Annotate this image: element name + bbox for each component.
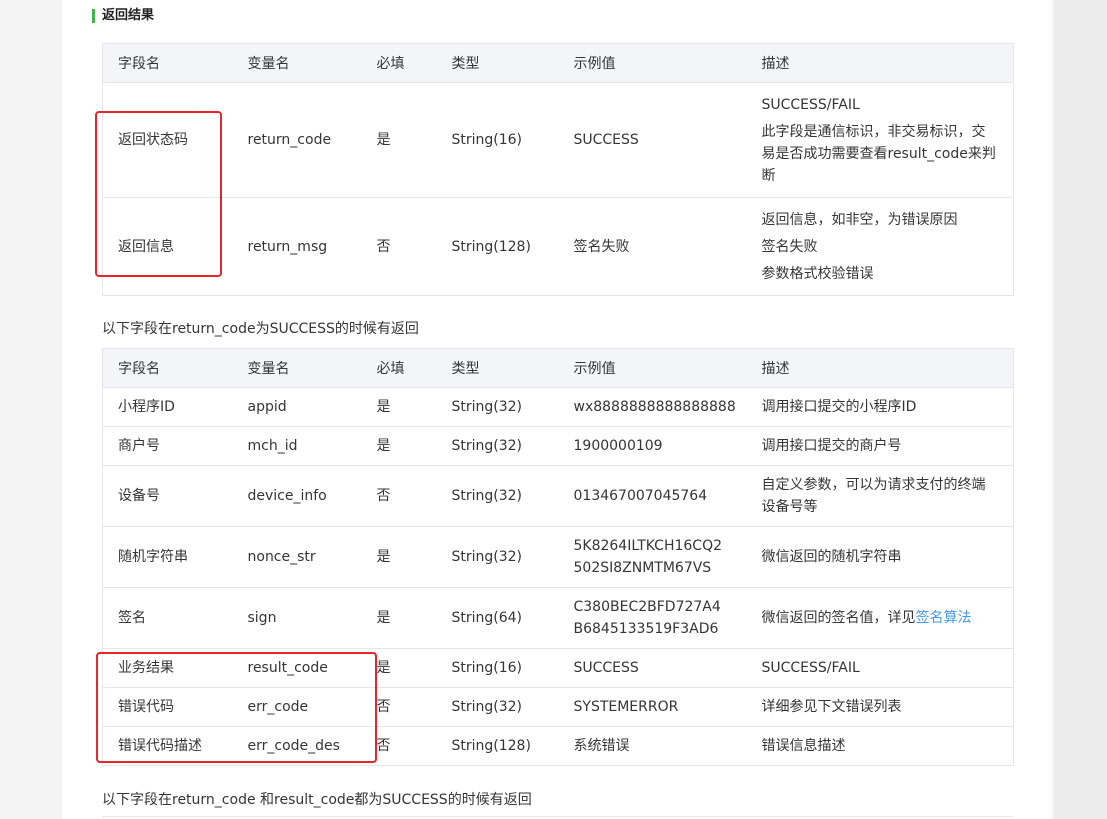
cell-example: 1900000109 bbox=[558, 426, 747, 466]
table-row: 随机字符串 nonce_str 是 String(32) 5K8264ILTKC… bbox=[102, 526, 1014, 588]
cell-type: String(32) bbox=[436, 465, 559, 527]
cell-example: 013467007045764 bbox=[558, 465, 747, 527]
cell-example: C380BEC2BFD727A4B6845133519F3AD6 bbox=[558, 587, 747, 649]
cell-desc: 返回信息，如非空，为错误原因 签名失败 参数格式校验错误 bbox=[746, 197, 1014, 296]
desc-text: 微信返回的签名值，详见 bbox=[761, 610, 916, 626]
cell-desc: 微信返回的签名值，详见签名算法 bbox=[746, 587, 1014, 649]
cell-var: mch_id bbox=[232, 426, 362, 466]
col-header-type: 类型 bbox=[436, 43, 559, 83]
cell-required: 否 bbox=[361, 465, 437, 527]
cell-required: 是 bbox=[361, 82, 437, 198]
cell-field: 随机字符串 bbox=[102, 526, 233, 588]
cell-example: SUCCESS bbox=[558, 82, 747, 198]
cell-type: String(32) bbox=[436, 687, 559, 727]
cell-type: String(128) bbox=[436, 726, 559, 766]
cell-var: device_info bbox=[232, 465, 362, 527]
cell-required: 否 bbox=[361, 197, 437, 296]
cell-type: String(128) bbox=[436, 197, 559, 296]
cell-type: String(16) bbox=[436, 648, 559, 688]
table-row: 签名 sign 是 String(64) C380BEC2BFD727A4B68… bbox=[102, 587, 1014, 649]
cell-required: 是 bbox=[361, 426, 437, 466]
cell-desc: 错误信息描述 bbox=[746, 726, 1014, 766]
col-header-var: 变量名 bbox=[232, 43, 362, 83]
section-title: 返回结果 bbox=[92, 8, 154, 24]
cell-var: nonce_str bbox=[232, 526, 362, 588]
col-header-desc: 描述 bbox=[746, 348, 1014, 388]
right-gutter bbox=[1054, 0, 1107, 819]
cell-field: 签名 bbox=[102, 587, 233, 649]
cell-required: 是 bbox=[361, 587, 437, 649]
cell-example: SUCCESS bbox=[558, 648, 747, 688]
col-header-desc: 描述 bbox=[746, 43, 1014, 83]
desc-line: 此字段是通信标识，非交易标识，交易是否成功需要查看result_code来判断 bbox=[761, 123, 996, 184]
desc-line: 签名失败 bbox=[761, 238, 818, 255]
cell-desc: 调用接口提交的小程序ID bbox=[746, 387, 1014, 427]
cell-example: 签名失败 bbox=[558, 197, 747, 296]
cell-var: sign bbox=[232, 587, 362, 649]
table-row: 小程序ID appid 是 String(32) wx8888888888888… bbox=[102, 387, 1014, 427]
table-row: 商户号 mch_id 是 String(32) 1900000109 调用接口提… bbox=[102, 426, 1014, 466]
col-header-type: 类型 bbox=[436, 348, 559, 388]
col-header-example: 示例值 bbox=[558, 43, 747, 83]
cell-desc: SUCCESS/FAIL bbox=[746, 648, 1014, 688]
cell-desc: 详细参见下文错误列表 bbox=[746, 687, 1014, 727]
table-header-row: 字段名 变量名 必填 类型 示例值 描述 bbox=[102, 348, 1014, 388]
cell-type: String(32) bbox=[436, 387, 559, 427]
cell-var: return_msg bbox=[232, 197, 362, 296]
cell-required: 是 bbox=[361, 526, 437, 588]
col-header-example: 示例值 bbox=[558, 348, 747, 388]
return-result-table: 字段名 变量名 必填 类型 示例值 描述 返回状态码 return_code 是… bbox=[102, 43, 1014, 296]
cell-type: String(32) bbox=[436, 426, 559, 466]
col-header-field: 字段名 bbox=[102, 348, 233, 388]
col-header-required: 必填 bbox=[361, 43, 437, 83]
desc-line: SUCCESS/FAIL bbox=[761, 96, 860, 113]
note-both-success-fields: 以下字段在return_code 和result_code都为SUCCESS的时… bbox=[102, 792, 532, 808]
cell-type: String(32) bbox=[436, 526, 559, 588]
sign-algorithm-link[interactable]: 签名算法 bbox=[916, 610, 972, 626]
cell-example: wx8888888888888888 bbox=[558, 387, 747, 427]
table-row: 设备号 device_info 否 String(32) 01346700704… bbox=[102, 465, 1014, 527]
cell-var: return_code bbox=[232, 82, 362, 198]
desc-line: 返回信息，如非空，为错误原因 bbox=[761, 211, 958, 228]
col-header-var: 变量名 bbox=[232, 348, 362, 388]
cell-field: 商户号 bbox=[102, 426, 233, 466]
col-header-field: 字段名 bbox=[102, 43, 233, 83]
cell-desc: SUCCESS/FAIL 此字段是通信标识，非交易标识，交易是否成功需要查看re… bbox=[746, 82, 1014, 198]
cell-field: 小程序ID bbox=[102, 387, 233, 427]
cell-type: String(16) bbox=[436, 82, 559, 198]
cell-example: 系统错误 bbox=[558, 726, 747, 766]
desc-line: 参数格式校验错误 bbox=[761, 265, 874, 282]
table-header-row: 字段名 变量名 必填 类型 示例值 描述 bbox=[102, 43, 1014, 83]
cell-type: String(64) bbox=[436, 587, 559, 649]
cell-example: 5K8264ILTKCH16CQ2502SI8ZNMTM67VS bbox=[558, 526, 747, 588]
cell-example: SYSTEMERROR bbox=[558, 687, 747, 727]
cell-field: 设备号 bbox=[102, 465, 233, 527]
highlight-box-return-fields bbox=[95, 111, 222, 277]
next-table-top-border bbox=[102, 816, 1013, 817]
table-row: 返回状态码 return_code 是 String(16) SUCCESS S… bbox=[102, 82, 1014, 198]
col-header-required: 必填 bbox=[361, 348, 437, 388]
cell-required: 是 bbox=[361, 387, 437, 427]
table-row: 返回信息 return_msg 否 String(128) 签名失败 返回信息，… bbox=[102, 197, 1014, 296]
highlight-box-result-fields bbox=[96, 652, 377, 763]
note-success-fields: 以下字段在return_code为SUCCESS的时候有返回 bbox=[102, 321, 419, 337]
cell-var: appid bbox=[232, 387, 362, 427]
cell-desc: 微信返回的随机字符串 bbox=[746, 526, 1014, 588]
cell-desc: 调用接口提交的商户号 bbox=[746, 426, 1014, 466]
cell-desc: 自定义参数，可以为请求支付的终端设备号等 bbox=[746, 465, 1014, 527]
